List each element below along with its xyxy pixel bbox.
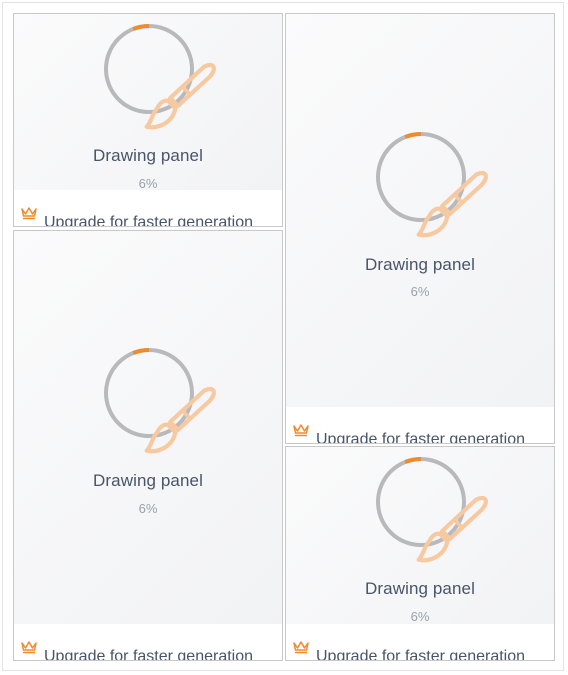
card-title: Drawing panel (93, 471, 203, 490)
card-title: Drawing panel (365, 255, 475, 274)
upgrade-link[interactable]: Upgrade for faster generation (44, 648, 253, 660)
paintbrush-icon (131, 51, 216, 130)
progress-percent: 6% (138, 176, 158, 191)
card-title: Drawing panel (93, 146, 203, 165)
upgrade-banner[interactable]: Upgrade for faster generation (14, 190, 282, 226)
generation-card[interactable]: Drawing panel 6% Upgrade for faster gene… (13, 230, 283, 661)
upgrade-link[interactable]: Upgrade for faster generation (44, 214, 253, 226)
progress-ring (374, 130, 488, 238)
upgrade-link[interactable]: Upgrade for faster generation (316, 431, 525, 443)
upgrade-banner[interactable]: Upgrade for faster generation (14, 624, 282, 660)
card-title: Drawing panel (365, 579, 475, 598)
upgrade-banner[interactable]: Upgrade for faster generation (286, 624, 554, 660)
paintbrush-icon (403, 484, 488, 563)
progress-percent: 6% (410, 284, 430, 299)
generation-card[interactable]: Drawing panel 6% Upgrade for faster gene… (285, 13, 555, 444)
crown-icon (20, 206, 38, 220)
crown-icon (20, 640, 38, 654)
progress-percent: 6% (138, 501, 158, 516)
upgrade-banner[interactable]: Upgrade for faster generation (286, 407, 554, 443)
progress-percent: 6% (410, 609, 430, 624)
paintbrush-icon (403, 159, 488, 238)
progress-ring (102, 22, 216, 130)
upgrade-link[interactable]: Upgrade for faster generation (316, 648, 525, 660)
generation-card[interactable]: Drawing panel 6% Upgrade for faster gene… (13, 13, 283, 227)
progress-ring (374, 455, 488, 563)
generation-card[interactable]: Drawing panel 6% Upgrade for faster gene… (285, 446, 555, 661)
crown-icon (292, 423, 310, 437)
progress-ring (102, 346, 216, 454)
paintbrush-icon (131, 375, 216, 454)
crown-icon (292, 640, 310, 654)
